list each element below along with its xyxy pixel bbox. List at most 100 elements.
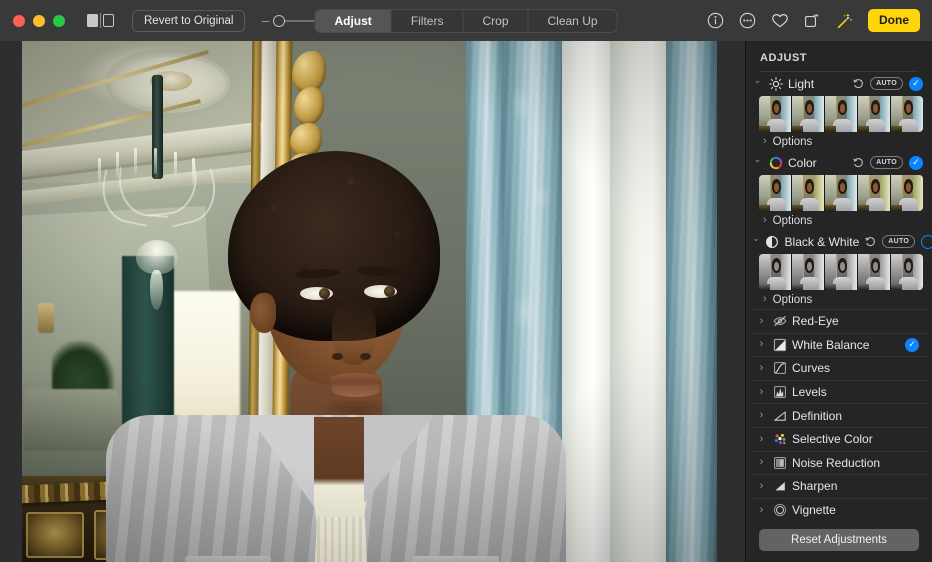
thumbnail[interactable]	[891, 254, 923, 290]
sidebar-item-vignette[interactable]: Vignette	[750, 498, 928, 521]
disclosure-triangle-options-bw[interactable]: ›	[763, 294, 767, 305]
group-actions-light: AUTO ✓	[852, 77, 923, 91]
sidebar-item-noise-reduction[interactable]: Noise Reduction	[750, 451, 928, 475]
disclosure-triangle-curves[interactable]	[756, 363, 767, 374]
thumbnail[interactable]	[759, 96, 792, 132]
thumbnail[interactable]	[759, 254, 792, 290]
portrait-subject	[140, 115, 540, 562]
bw-variant-strip[interactable]	[759, 254, 923, 290]
tab-crop[interactable]: Crop	[463, 10, 528, 32]
tab-adjust[interactable]: Adjust	[315, 10, 391, 32]
sheer-curtain-1	[562, 41, 614, 562]
disclosure-triangle-red-eye[interactable]	[756, 316, 767, 327]
revert-arrow-icon-color[interactable]	[852, 156, 864, 170]
group-actions-color: AUTO ✓	[852, 156, 923, 170]
thumbnail[interactable]	[825, 96, 858, 132]
thumbnail[interactable]	[858, 175, 891, 211]
close-button[interactable]	[13, 15, 25, 27]
enable-toggle-light[interactable]: ✓	[909, 77, 923, 91]
thumbnail[interactable]	[759, 175, 792, 211]
tab-clean-up[interactable]: Clean Up	[529, 10, 617, 32]
revert-to-original-button[interactable]: Revert to Original	[132, 10, 245, 32]
sidebar-item-label: Sharpen	[792, 479, 919, 493]
disclosure-triangle-noise-reduction[interactable]	[756, 457, 767, 468]
revert-arrow-icon-light[interactable]	[852, 77, 864, 91]
disclosure-triangle-levels[interactable]	[756, 387, 767, 398]
window-controls	[13, 15, 65, 27]
image-canvas[interactable]	[0, 41, 745, 562]
options-label-bw: Options	[773, 294, 813, 306]
sidebar-item-selective-color[interactable]: Selective Color	[750, 427, 928, 451]
subject-eye-left	[300, 287, 333, 300]
group-color[interactable]: Color AUTO ✓	[746, 151, 932, 174]
contrast-circle-icon	[765, 234, 780, 249]
cabinet-panel-1	[26, 512, 84, 558]
group-light[interactable]: Light AUTO ✓	[746, 72, 932, 95]
disclosure-triangle-bw[interactable]	[752, 236, 760, 247]
light-variant-strip[interactable]	[759, 96, 923, 132]
thumbnail[interactable]	[792, 175, 825, 211]
enable-toggle-bw[interactable]	[921, 235, 932, 249]
thumbnail[interactable]	[792, 254, 825, 290]
disclosure-triangle-sharpen[interactable]	[756, 481, 767, 492]
sidebar-item-white-balance[interactable]: White Balance ✓	[750, 333, 928, 357]
revert-arrow-icon-bw[interactable]	[864, 235, 876, 249]
reflected-sofa	[24, 389, 120, 451]
reset-adjustments-button[interactable]: Reset Adjustments	[759, 529, 919, 551]
tab-filters[interactable]: Filters	[392, 10, 464, 32]
thumbnail[interactable]	[891, 175, 923, 211]
sidebar-item-curves[interactable]: Curves	[750, 356, 928, 380]
red-eye-icon	[772, 314, 787, 329]
split-view-left-pane	[87, 14, 98, 27]
options-row-color[interactable]: › Options	[746, 211, 932, 230]
thumbnail[interactable]	[825, 175, 858, 211]
disclosure-triangle-selective-color[interactable]	[756, 434, 767, 445]
options-row-light[interactable]: › Options	[746, 132, 932, 151]
sharpen-icon	[772, 479, 787, 494]
reset-adjustments-container: Reset Adjustments	[746, 521, 932, 562]
group-actions-bw: AUTO	[864, 235, 932, 249]
rotate-icon[interactable]	[802, 11, 821, 30]
auto-enhance-wand-icon[interactable]	[834, 11, 853, 30]
done-button[interactable]: Done	[868, 9, 920, 32]
minimize-button[interactable]	[33, 15, 45, 27]
sidebar-item-levels[interactable]: Levels	[750, 380, 928, 404]
thumbnail[interactable]	[858, 96, 891, 132]
disclosure-triangle-color[interactable]	[752, 157, 763, 168]
disclosure-triangle-definition[interactable]	[756, 410, 767, 421]
thumbnail[interactable]	[792, 96, 825, 132]
zoom-slider-knob[interactable]	[273, 15, 285, 27]
disclosure-triangle-options-color[interactable]: ›	[763, 215, 767, 226]
options-row-bw[interactable]: › Options	[746, 290, 932, 309]
color-variant-strip[interactable]	[759, 175, 923, 211]
toolbar-right-group: Done	[706, 9, 932, 32]
adjustments-list[interactable]: Light AUTO ✓	[746, 72, 932, 521]
enable-toggle-white-balance[interactable]: ✓	[905, 338, 919, 352]
sidebar-item-definition[interactable]: Definition	[750, 403, 928, 427]
thumbnail[interactable]	[858, 254, 891, 290]
sheer-curtain-2	[610, 41, 670, 562]
enable-toggle-color[interactable]: ✓	[909, 156, 923, 170]
zoom-button[interactable]	[53, 15, 65, 27]
more-options-icon[interactable]	[738, 11, 757, 30]
group-black-and-white[interactable]: Black & White AUTO	[746, 230, 932, 253]
disclosure-triangle-white-balance[interactable]	[756, 339, 767, 350]
zoom-out-icon[interactable]: –	[259, 16, 271, 26]
split-view-icon[interactable]	[87, 13, 115, 29]
vignette-icon	[772, 503, 787, 518]
auto-button-color[interactable]: AUTO	[870, 156, 903, 169]
disclosure-triangle-vignette[interactable]	[756, 505, 767, 516]
sidebar-item-sharpen[interactable]: Sharpen	[750, 474, 928, 498]
favorite-heart-icon[interactable]	[770, 11, 789, 30]
sidebar-item-red-eye[interactable]: Red-Eye	[750, 309, 928, 333]
disclosure-triangle-light[interactable]	[752, 78, 763, 89]
edited-photo[interactable]	[22, 41, 717, 562]
noise-reduction-icon	[772, 455, 787, 470]
info-icon[interactable]	[706, 11, 725, 30]
auto-button-bw[interactable]: AUTO	[882, 235, 915, 248]
auto-button-light[interactable]: AUTO	[870, 77, 903, 90]
split-view-right-pane	[103, 14, 114, 27]
disclosure-triangle-options-light[interactable]: ›	[763, 136, 767, 147]
thumbnail[interactable]	[825, 254, 858, 290]
thumbnail[interactable]	[891, 96, 923, 132]
